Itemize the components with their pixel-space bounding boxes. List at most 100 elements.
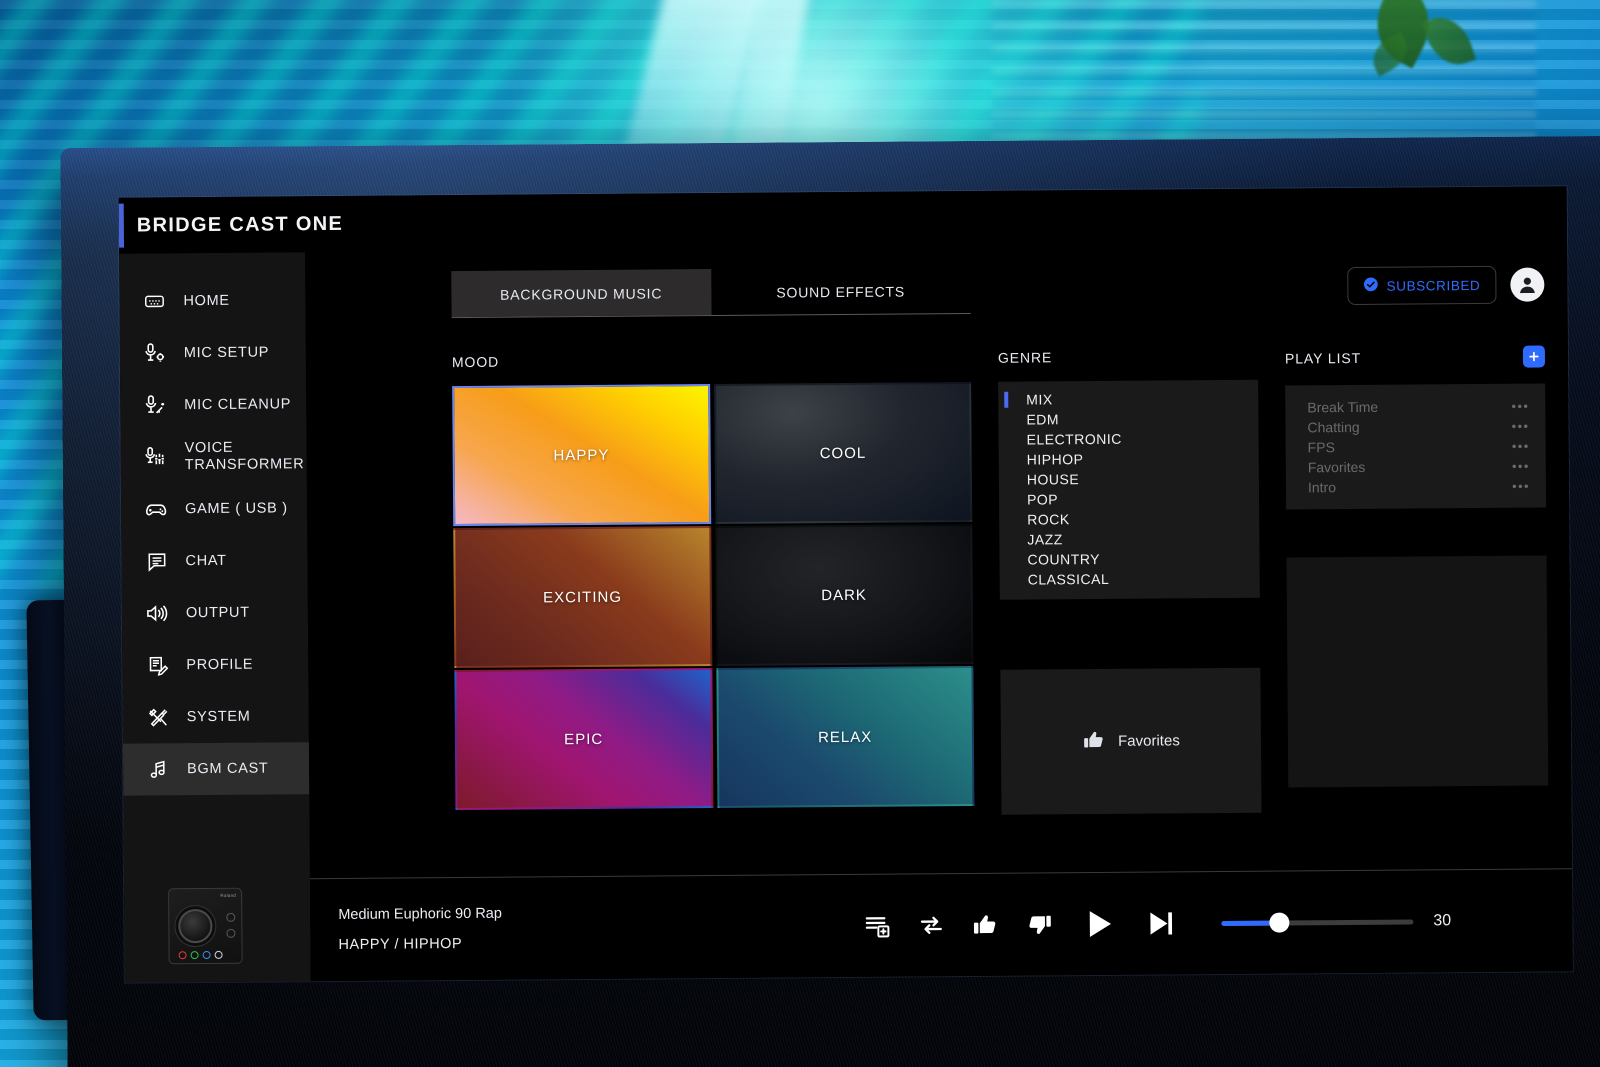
genre-item-hiphop[interactable]: HIPHOP <box>999 448 1259 470</box>
sidebar-item-voice-transformer[interactable]: VOICE TRANSFORMER <box>120 430 306 483</box>
tools-icon <box>145 704 171 730</box>
thumbs-down-icon[interactable] <box>1025 910 1053 938</box>
sidebar-item-mic-setup[interactable]: MIC SETUP <box>120 326 306 379</box>
sidebar-item-profile[interactable]: PROFILE <box>122 638 308 691</box>
volume-slider[interactable] <box>1221 919 1413 926</box>
volume-control: 30 <box>1221 912 1451 932</box>
add-to-playlist-icon[interactable] <box>863 912 891 940</box>
mood-tile-label: DARK <box>821 586 867 603</box>
main-content: BACKGROUND MUSIC SOUND EFFECTS SUBSC <box>305 242 1573 981</box>
genre-item-label: ELECTRONIC <box>1027 431 1122 448</box>
play-icon[interactable] <box>1079 905 1117 943</box>
sidebar-item-chat[interactable]: CHAT <box>121 534 307 587</box>
mood-tile-cool[interactable]: COOL <box>714 382 973 524</box>
mood-tile-exciting[interactable]: EXCITING <box>453 526 712 668</box>
app-screen: BRIDGE CAST ONE <box>119 186 1573 982</box>
tab-bar: BACKGROUND MUSIC SOUND EFFECTS <box>451 267 970 318</box>
mood-tile-epic[interactable]: EPIC <box>454 668 713 810</box>
sidebar-item-label: CHAT <box>185 553 226 570</box>
genre-item-mix[interactable]: MIX <box>998 388 1258 410</box>
tab-sound-effects[interactable]: SOUND EFFECTS <box>711 267 971 315</box>
device-brand-label: Roland <box>220 893 236 900</box>
tab-background-music[interactable]: BACKGROUND MUSIC <box>451 269 711 317</box>
mood-tile-relax[interactable]: RELAX <box>716 666 975 808</box>
sidebar-item-label: MIC SETUP <box>184 344 269 361</box>
genre-item-classical[interactable]: CLASSICAL <box>1000 568 1260 590</box>
playlist-item-intro[interactable]: Intro ••• <box>1286 475 1546 497</box>
favorites-button[interactable]: Favorites <box>1000 668 1261 815</box>
thumbs-up-icon[interactable] <box>971 911 999 939</box>
playlist-item-chatting[interactable]: Chatting ••• <box>1285 415 1545 437</box>
playlist-item-break-time[interactable]: Break Time ••• <box>1285 395 1545 417</box>
gamepad-icon <box>143 496 169 522</box>
add-playlist-button[interactable] <box>1523 345 1545 367</box>
device-button-blue-icon <box>203 951 211 959</box>
subscribed-button[interactable]: SUBSCRIBED <box>1347 266 1496 305</box>
sidebar-item-label: HOME <box>183 292 229 309</box>
sidebar-spacer <box>123 794 310 874</box>
speaker-waves-icon <box>144 600 170 626</box>
genre-item-label: EDM <box>1026 411 1059 427</box>
mood-tile-label: EPIC <box>564 730 603 747</box>
mood-tile-dark[interactable]: DARK <box>715 524 974 666</box>
volume-slider-thumb[interactable] <box>1269 913 1289 933</box>
sidebar-item-output[interactable]: OUTPUT <box>122 586 308 639</box>
playlist-item-label: Break Time <box>1307 399 1378 416</box>
now-playing: Medium Euphoric 90 Rap HAPPY / HIPHOP <box>338 904 668 953</box>
genre-item-jazz[interactable]: JAZZ <box>999 528 1259 550</box>
genre-item-country[interactable]: COUNTRY <box>999 548 1259 570</box>
chat-bubble-icon <box>143 548 169 574</box>
sidebar-item-game-usb[interactable]: GAME ( USB ) <box>121 482 307 535</box>
sidebar-item-label: MIC CLEANUP <box>184 396 291 414</box>
playlist-item-menu-icon[interactable]: ••• <box>1512 418 1530 433</box>
sidebar-item-system[interactable]: SYSTEM <box>123 690 309 743</box>
device-button-green-icon <box>191 951 199 959</box>
user-avatar[interactable] <box>1510 267 1544 301</box>
genre-item-label: CLASSICAL <box>1028 571 1110 588</box>
mood-panel: MOOD HAPPY COOL EXCITING <box>452 350 975 877</box>
genre-item-electronic[interactable]: ELECTRONIC <box>998 428 1258 450</box>
device-button-white-icon <box>215 951 223 959</box>
playlist-item-favorites[interactable]: Favorites ••• <box>1286 455 1546 477</box>
playlist-item-label: Chatting <box>1307 419 1359 435</box>
device-knob-icon <box>178 909 212 943</box>
sidebar-item-label: BGM CAST <box>187 760 268 777</box>
volume-value: 30 <box>1433 912 1451 930</box>
mic-sliders-icon <box>143 444 169 470</box>
genre-item-edm[interactable]: EDM <box>998 408 1258 430</box>
genre-item-rock[interactable]: ROCK <box>999 508 1259 530</box>
playlist-panel: PLAY LIST Break Time ••• <box>1285 345 1549 870</box>
mood-heading: MOOD <box>452 350 971 370</box>
repeat-icon[interactable] <box>917 911 945 939</box>
playlist-item-menu-icon[interactable]: ••• <box>1512 438 1530 453</box>
header-actions: SUBSCRIBED <box>1347 265 1544 305</box>
playlist-item-fps[interactable]: FPS ••• <box>1286 435 1546 457</box>
genre-item-label: POP <box>1027 491 1058 507</box>
playlist-item-menu-icon[interactable]: ••• <box>1511 398 1529 413</box>
skip-next-icon[interactable] <box>1143 906 1177 940</box>
mood-tile-label: COOL <box>820 444 867 461</box>
subscribed-label: SUBSCRIBED <box>1387 277 1481 293</box>
mic-sparkle-icon <box>142 392 168 418</box>
music-notes-icon <box>145 756 171 782</box>
mood-tile-label: EXCITING <box>543 588 622 606</box>
sidebar: HOME MIC SETUP <box>119 252 311 982</box>
genre-item-label: ROCK <box>1027 511 1070 527</box>
sidebar-item-bgm-cast[interactable]: BGM CAST <box>123 742 309 795</box>
mood-tile-label: HAPPY <box>553 446 609 463</box>
bridgecast-device-thumbnail[interactable]: Roland <box>168 888 243 965</box>
mood-tile-label: RELAX <box>818 728 872 745</box>
sidebar-item-home[interactable]: HOME <box>119 274 305 327</box>
sidebar-item-mic-cleanup[interactable]: MIC CLEANUP <box>120 378 306 431</box>
genre-list: MIX EDM ELECTRONIC HIPHOP HOUSE <box>998 380 1260 600</box>
track-tags: HAPPY / HIPHOP <box>338 934 668 953</box>
player-bar: Medium Euphoric 90 Rap HAPPY / HIPHOP <box>310 868 1573 981</box>
monitor: BRIDGE CAST ONE <box>60 136 1600 1067</box>
title-accent-bar <box>119 204 124 248</box>
mood-tile-happy[interactable]: HAPPY <box>452 384 711 526</box>
genre-item-house[interactable]: HOUSE <box>999 468 1259 490</box>
playlist-item-menu-icon[interactable]: ••• <box>1512 458 1530 473</box>
genre-item-pop[interactable]: POP <box>999 488 1259 510</box>
photo-scene: BRIDGE CAST ONE <box>0 0 1600 1067</box>
playlist-item-menu-icon[interactable]: ••• <box>1512 478 1530 493</box>
